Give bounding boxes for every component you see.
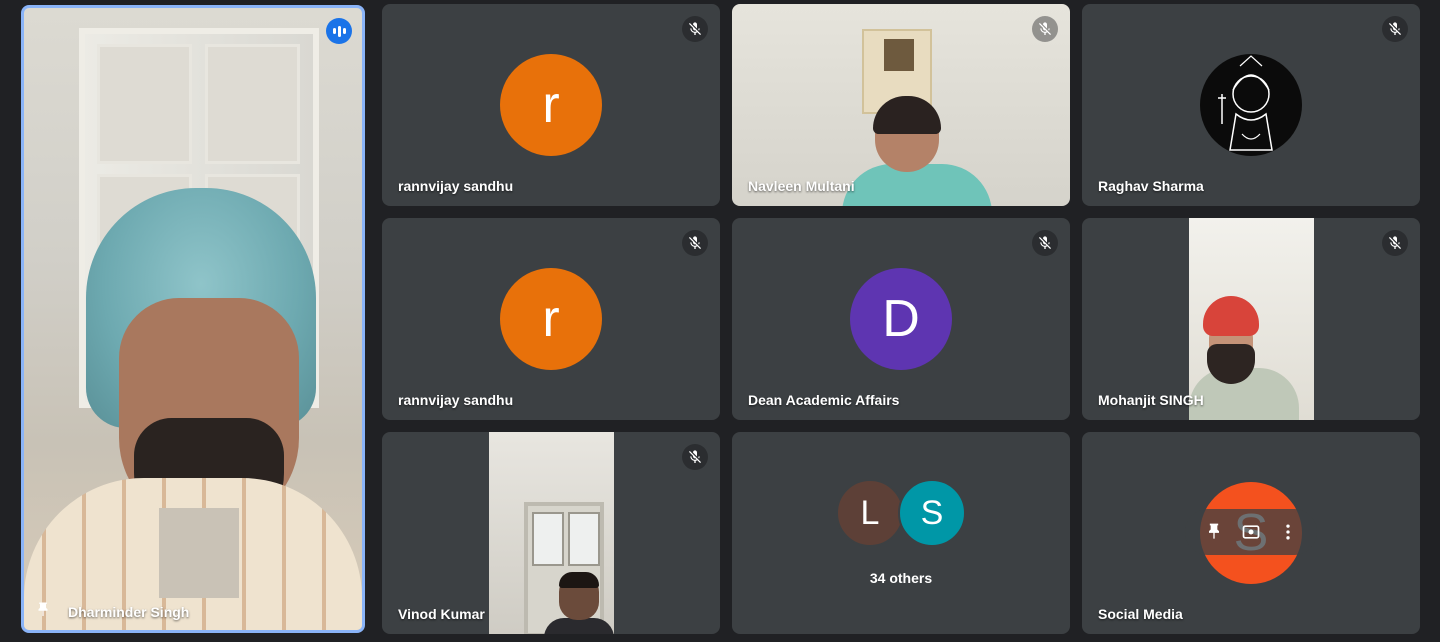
- mic-off-icon: [1382, 16, 1408, 42]
- avatar: r: [500, 54, 602, 156]
- participant-video: [489, 432, 614, 634]
- participant-name: Vinod Kumar: [398, 606, 485, 622]
- pin-icon[interactable]: [1200, 518, 1228, 546]
- mic-off-icon: [682, 444, 708, 470]
- participant-tile[interactable]: r rannvijay sandhu: [382, 218, 720, 420]
- participant-name: Dean Academic Affairs: [748, 392, 900, 408]
- participant-name: Social Media: [1098, 606, 1183, 622]
- tile-hover-controls: [1185, 509, 1317, 555]
- mic-off-icon: [1382, 230, 1408, 256]
- participant-name: rannvijay sandhu: [398, 178, 514, 194]
- main-speaker-tile[interactable]: Dharminder Singh: [21, 5, 365, 633]
- more-vert-icon[interactable]: [1274, 518, 1302, 546]
- participant-tile[interactable]: Navleen Multani: [732, 4, 1070, 206]
- participant-tile[interactable]: Mohanjit SINGH: [1082, 218, 1420, 420]
- others-count: 34 others: [869, 570, 933, 586]
- mic-off-icon: [1032, 230, 1058, 256]
- pin-icon[interactable]: [34, 600, 52, 620]
- avatar: S: [898, 479, 966, 547]
- participant-video: [1189, 218, 1314, 420]
- camera-icon[interactable]: [1237, 518, 1265, 546]
- mic-off-icon: [682, 230, 708, 256]
- participant-tile[interactable]: Vinod Kumar: [382, 432, 720, 634]
- others-avatars: L S: [836, 479, 966, 547]
- participant-tile[interactable]: r rannvijay sandhu: [382, 4, 720, 206]
- participant-name: Dharminder Singh: [68, 604, 190, 620]
- participant-tile[interactable]: D Dean Academic Affairs: [732, 218, 1070, 420]
- participant-name: rannvijay sandhu: [398, 392, 514, 408]
- avatar: D: [850, 268, 952, 370]
- participant-tile[interactable]: S Social Media: [1082, 432, 1420, 634]
- participant-name: Raghav Sharma: [1098, 178, 1204, 194]
- avatar: L: [836, 479, 904, 547]
- avatar: [1200, 54, 1302, 156]
- audio-level-icon: [326, 18, 352, 44]
- mic-off-icon: [1032, 16, 1058, 42]
- participant-tile[interactable]: Raghav Sharma: [1082, 4, 1420, 206]
- mic-off-icon: [682, 16, 708, 42]
- avatar: r: [500, 268, 602, 370]
- participant-name: Mohanjit SINGH: [1098, 392, 1204, 408]
- others-tile[interactable]: L S 34 others: [732, 432, 1070, 634]
- participant-name: Navleen Multani: [748, 178, 855, 194]
